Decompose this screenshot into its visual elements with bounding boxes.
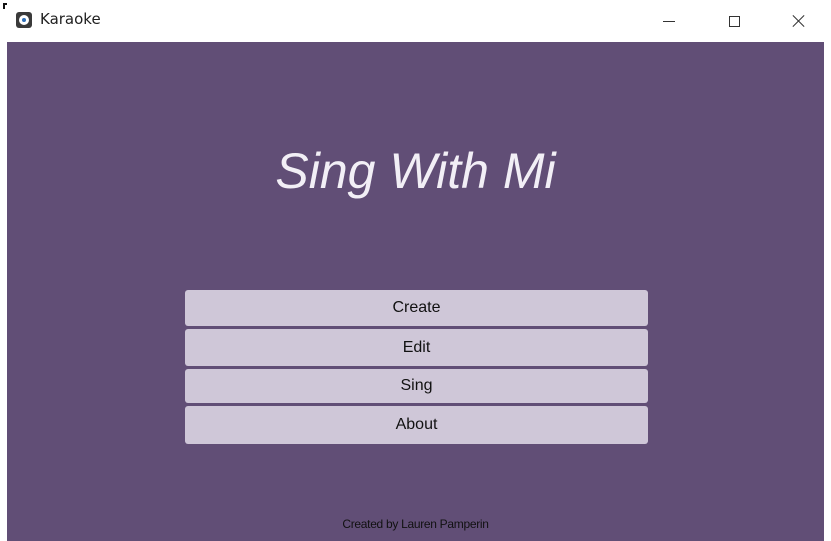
- edit-button[interactable]: Edit: [185, 329, 648, 366]
- corner-mark: [3, 3, 7, 9]
- maximize-icon: [728, 15, 740, 27]
- create-button[interactable]: Create: [185, 290, 648, 326]
- close-icon: [792, 14, 806, 28]
- app-disc-icon: [16, 12, 32, 28]
- close-button[interactable]: [776, 0, 822, 42]
- sing-button[interactable]: Sing: [185, 369, 648, 403]
- title-bar[interactable]: Karaoke: [0, 0, 831, 42]
- minimize-button[interactable]: [646, 0, 692, 42]
- credit-label: Created by Lauren Pamperin: [342, 517, 489, 531]
- main-panel: Sing With Mi Create Edit Sing About Crea…: [7, 42, 824, 541]
- app-heading: Sing With Mi: [275, 143, 556, 199]
- about-button[interactable]: About: [185, 406, 648, 444]
- minimize-icon: [663, 20, 675, 22]
- window-title: Karaoke: [40, 10, 101, 28]
- maximize-button[interactable]: [711, 0, 757, 42]
